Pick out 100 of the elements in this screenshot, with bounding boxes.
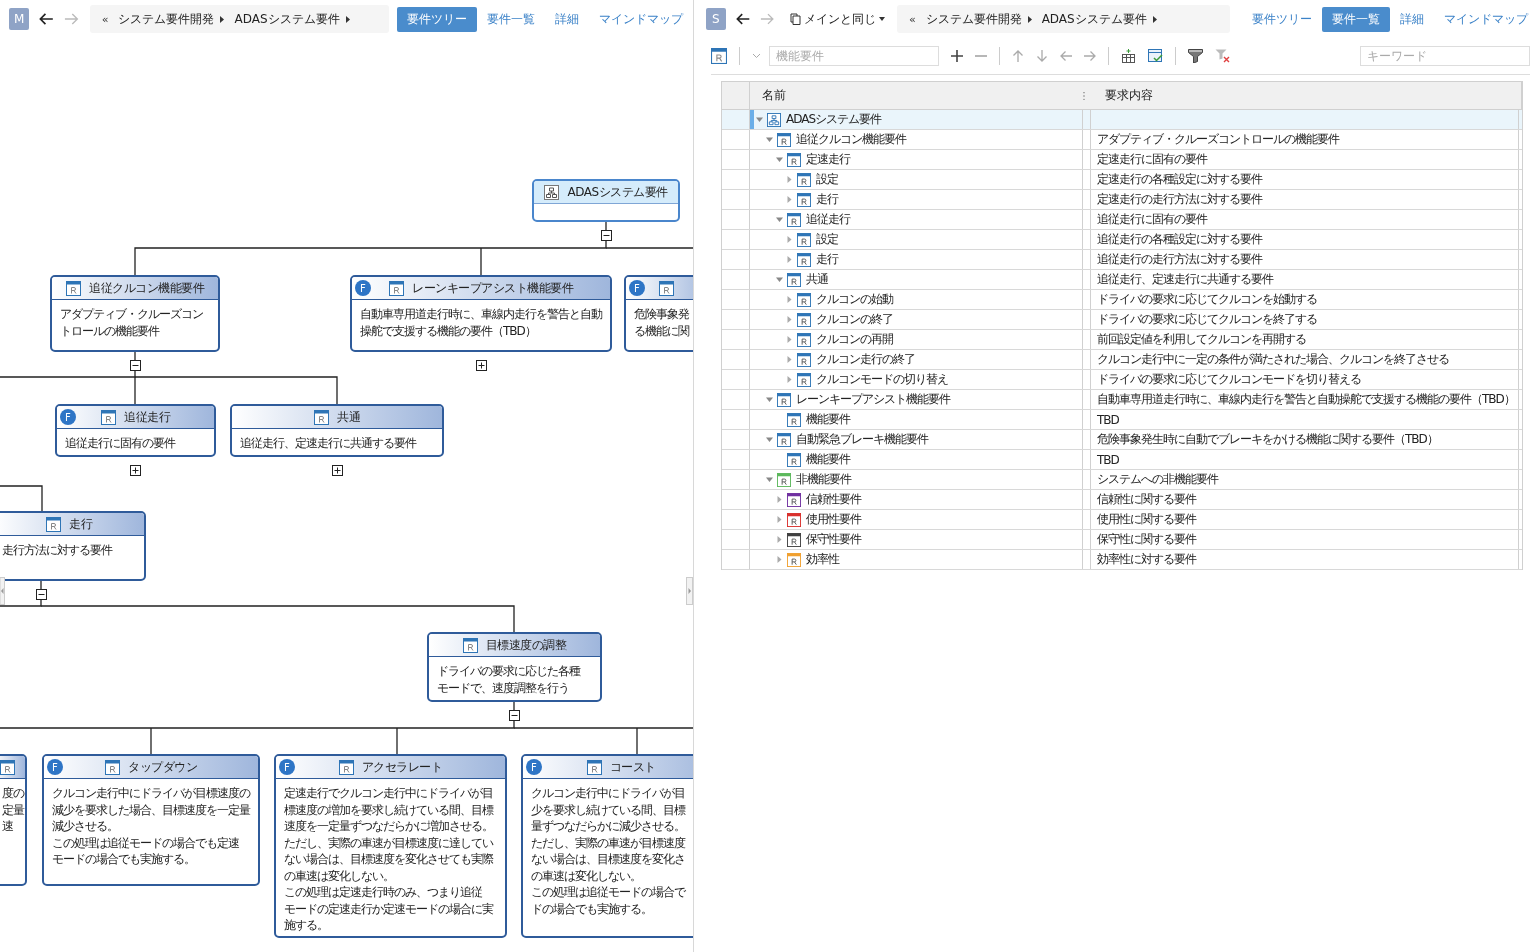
table-row[interactable]: クルコンの始動 ドライバの要求に応じてクルコンを始動する <box>722 290 1522 310</box>
table-row[interactable]: 走行 追従走行の走行方法に対する要件 <box>722 250 1522 270</box>
keyword-search-field[interactable]: キーワード <box>1360 46 1530 66</box>
expand-toggle-icon[interactable] <box>130 464 141 476</box>
node-card[interactable]: F レーンキープアシスト機能要件 自動車専用道走行時に、車線内走行を警告と自動 操舵で支援する機能の要件（TBD） <box>350 275 612 352</box>
table-row[interactable]: 設定 定速走行の各種設定に対する要件 <box>722 170 1522 190</box>
table-row[interactable]: 走行 定速走行の走行方法に対する要件 <box>722 190 1522 210</box>
arrow-right-icon[interactable] <box>1084 50 1096 62</box>
arrow-up-icon[interactable] <box>1012 50 1024 62</box>
expand-triangle-icon[interactable] <box>786 316 793 323</box>
splitter-handle-icon[interactable] <box>0 577 5 605</box>
type-field[interactable]: 機能要件 <box>769 46 939 66</box>
collapse-triangle-icon[interactable] <box>766 476 773 483</box>
table-row[interactable]: クルコンの再開 前回設定値を利用してクルコンを再開する <box>722 330 1522 350</box>
view-tab[interactable]: 要件一覧 <box>477 6 545 32</box>
table-add-icon[interactable] <box>1121 49 1136 63</box>
view-tab[interactable]: 要件ツリー <box>1242 6 1322 32</box>
view-select-button[interactable]: メインと同じ <box>789 10 885 28</box>
table-row[interactable]: 機能要件 TBD <box>722 450 1522 470</box>
table-row[interactable]: 追従走行 追従走行に固有の要件 <box>722 210 1522 230</box>
collapse-toggle-icon[interactable] <box>129 359 141 371</box>
node-card[interactable]: F アクセラレート 定速走行でクルコン走行中にドライバが目 標速度の増加を要求し続けている間、目標 速度を一定量ずつなだらかに増加させる。 ただし、実際の車速が目標速度に達してい ない場合は、目標速度を変化させても実際 の車速は変化しない。 この処理は定速走行時のみ、つまり追従 モードの定速走行か定速モードの場合に実 施する。 <box>274 754 507 938</box>
breadcrumb-link[interactable]: システム要件開発 <box>118 10 215 28</box>
view-tab[interactable]: マインドマップ <box>1434 6 1538 32</box>
node-card[interactable]: 走行 走行方法に対する要件 <box>0 511 146 581</box>
table-row[interactable]: ADASシステム要件 <box>722 110 1522 130</box>
node-card[interactable]: 追従クルコン機能要件 アダプティブ・クルーズコン トロールの機能要件 <box>50 275 220 352</box>
expand-triangle-icon[interactable] <box>786 236 793 243</box>
back-arrow-icon[interactable] <box>735 12 750 26</box>
breadcrumb-link[interactable]: ADASシステム要件 <box>234 10 340 28</box>
expand-toggle-icon[interactable] <box>475 359 487 371</box>
view-tab[interactable]: 詳細 <box>1390 6 1434 32</box>
arrow-left-icon[interactable] <box>1060 50 1072 62</box>
collapse-triangle-icon[interactable] <box>766 136 773 143</box>
table-row[interactable]: クルコンモードの切り替え ドライバの要求に応じてクルコンモードを切り替える <box>722 370 1522 390</box>
table-row[interactable]: クルコンの終了 ドライバの要求に応じてクルコンを終了する <box>722 310 1522 330</box>
table-row[interactable]: 非機能要件 システムへの非機能要件 <box>722 470 1522 490</box>
arrow-down-icon[interactable] <box>1036 50 1048 62</box>
forward-arrow-icon[interactable] <box>64 12 79 26</box>
table-row[interactable]: 効率性 効率性に対する要件 <box>722 550 1522 570</box>
add-icon[interactable] <box>951 50 963 62</box>
node-title: タップダウン <box>128 758 197 776</box>
table-row[interactable]: 使用性要件 使用性に関する要件 <box>722 510 1522 530</box>
table-check-icon[interactable] <box>1148 49 1163 63</box>
node-card[interactable]: F コースト クルコン走行中にドライバが目 少を要求し続けている間、目標 量ずつなだらかに減少させる。 ただし、実際の車速が目標速度 ない場合は、目標速度を変化さ の車速は変化しない。 この処理は追従モードの場合で ドの場合でも実施する。 <box>521 754 693 938</box>
breadcrumb-link[interactable]: システム要件開発 <box>925 10 1022 28</box>
collapse-triangle-icon[interactable] <box>756 116 763 123</box>
view-tab[interactable]: マインドマップ <box>589 6 693 32</box>
expand-triangle-icon[interactable] <box>786 376 793 383</box>
document-icon[interactable] <box>711 48 727 64</box>
table-row[interactable]: 保守性要件 保守性に関する要件 <box>722 530 1522 550</box>
expand-triangle-icon[interactable] <box>776 496 783 503</box>
node-card[interactable]: F タップダウン クルコン走行中にドライバが目標速度の 減少を要求した場合、目標速度を一定量 減少させる。 この処理は追従モードの場合でも定速 モードの場合でも実施する。 <box>42 754 260 886</box>
column-header[interactable]: 要求内容 <box>1093 87 1521 104</box>
table-row[interactable]: 定速走行 定速走行に固有の要件 <box>722 150 1522 170</box>
expand-triangle-icon[interactable] <box>776 516 783 523</box>
node-card[interactable]: 度の 定量 速 <box>0 754 27 886</box>
collapse-triangle-icon[interactable] <box>776 156 783 163</box>
forward-arrow-icon[interactable] <box>759 12 774 26</box>
table-row[interactable]: 追従クルコン機能要件 アダプティブ・クルーズコントロールの機能要件 <box>722 130 1522 150</box>
view-tab[interactable]: 要件一覧 <box>1322 6 1390 32</box>
table-row[interactable]: 信頼性要件 信頼性に関する要件 <box>722 490 1522 510</box>
expand-triangle-icon[interactable] <box>786 296 793 303</box>
node-card[interactable]: F 追従走行 追従走行に固有の要件 <box>55 404 216 457</box>
view-tab[interactable]: 詳細 <box>545 6 589 32</box>
table-row[interactable]: レーンキープアシスト機能要件 自動車専用道走行時に、車線内走行を警告と自動操舵で支援する機能の要件（TBD） <box>722 390 1522 410</box>
view-tab[interactable]: 要件ツリー <box>397 6 477 32</box>
expand-triangle-icon[interactable] <box>786 176 793 183</box>
collapse-triangle-icon[interactable] <box>766 396 773 403</box>
caret-icon[interactable] <box>752 53 761 59</box>
node-card[interactable]: ADASシステム要件 <box>532 179 680 222</box>
expand-triangle-icon[interactable] <box>776 556 783 563</box>
expand-toggle-icon[interactable] <box>331 464 343 476</box>
expand-triangle-icon[interactable] <box>786 336 793 343</box>
breadcrumb-back-button[interactable]: « <box>101 12 113 26</box>
filter-clear-icon[interactable] <box>1215 49 1230 63</box>
collapse-toggle-icon[interactable] <box>35 588 47 600</box>
table-row[interactable]: 設定 追従走行の各種設定に対する要件 <box>722 230 1522 250</box>
node-card[interactable]: F 危険事象発 る機能に関 <box>624 275 693 352</box>
column-header[interactable]: 名前 <box>750 87 1083 104</box>
node-card[interactable]: 共通 追従走行、定速走行に共通する要件 <box>230 404 444 457</box>
back-arrow-icon[interactable] <box>39 12 54 26</box>
filter-icon[interactable] <box>1188 49 1203 63</box>
breadcrumb-link[interactable]: ADASシステム要件 <box>1041 10 1147 28</box>
expand-triangle-icon[interactable] <box>786 196 793 203</box>
expand-triangle-icon[interactable] <box>786 256 793 263</box>
node-card[interactable]: 目標速度の調整 ドライバの要求に応じた各種 モードで、速度調整を行う <box>427 632 602 702</box>
expand-triangle-icon[interactable] <box>786 356 793 363</box>
collapse-triangle-icon[interactable] <box>776 216 783 223</box>
expand-triangle-icon[interactable] <box>776 536 783 543</box>
breadcrumb-back-button[interactable]: « <box>908 12 920 26</box>
table-row[interactable]: 機能要件 TBD <box>722 410 1522 430</box>
table-row[interactable]: 自動緊急ブレーキ機能要件 危険事象発生時に自動でブレーキをかける機能に関する要件（TBD） <box>722 430 1522 450</box>
table-row[interactable]: 共通 追従走行、定速走行に共通する要件 <box>722 270 1522 290</box>
collapse-toggle-icon[interactable] <box>509 709 520 721</box>
collapse-triangle-icon[interactable] <box>776 276 783 283</box>
collapse-triangle-icon[interactable] <box>766 436 773 443</box>
table-row[interactable]: クルコン走行の終了 クルコン走行中に一定の条件が満たされた場合、クルコンを終了させる <box>722 350 1522 370</box>
splitter-handle-icon[interactable] <box>686 577 693 605</box>
collapse-toggle-icon[interactable] <box>600 229 612 241</box>
